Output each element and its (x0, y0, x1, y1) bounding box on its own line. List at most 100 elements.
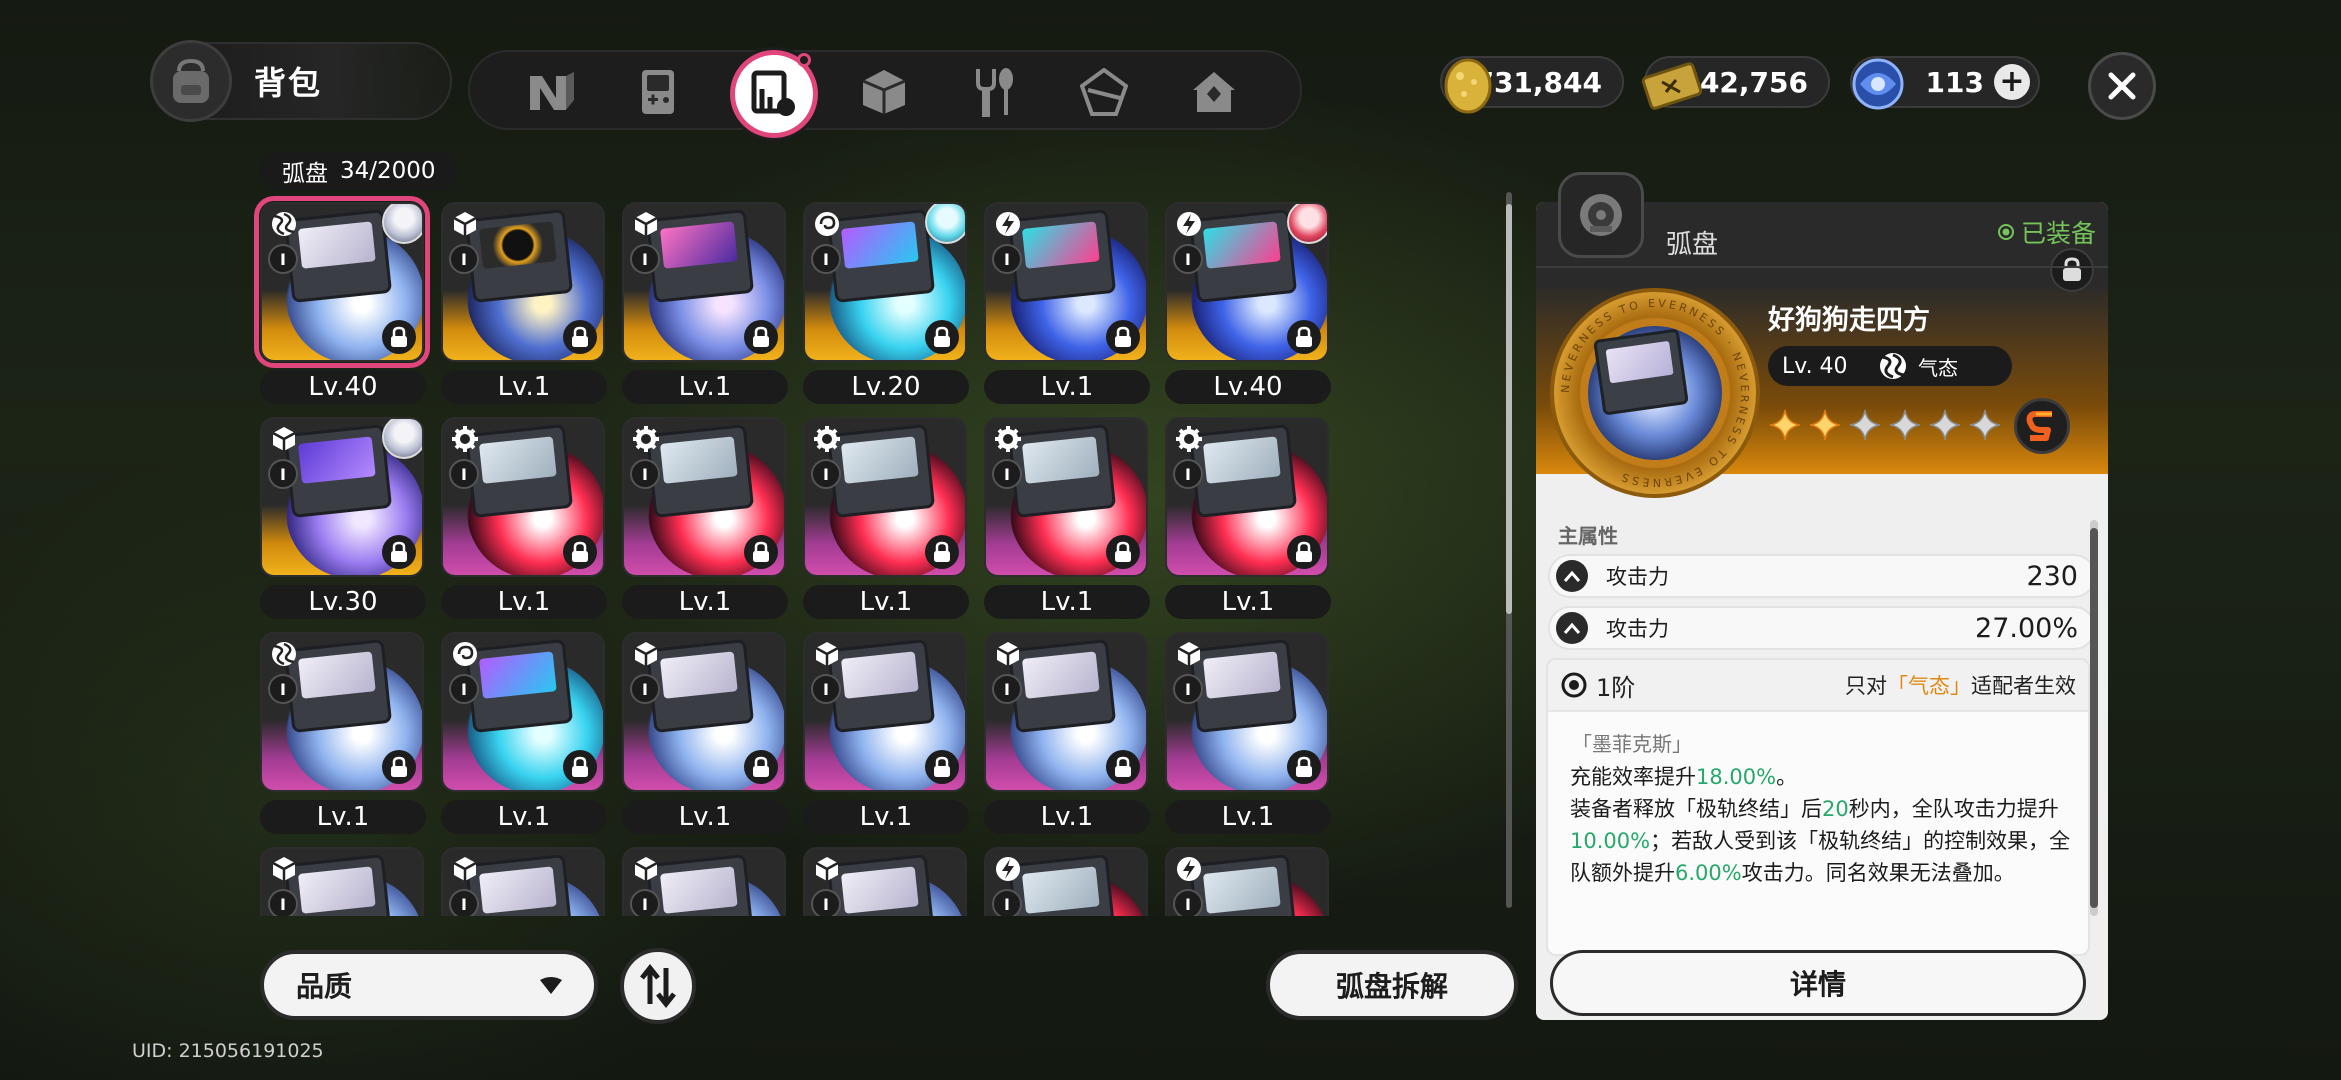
lock-icon[interactable] (382, 320, 416, 354)
lock-icon[interactable] (925, 750, 959, 784)
cartridge-art (478, 436, 557, 484)
add-orb-button[interactable]: + (1994, 64, 2030, 100)
disc-category-icon (1580, 194, 1622, 236)
lock-icon[interactable] (382, 535, 416, 569)
bolt-attribute-icon (992, 853, 1024, 885)
lock-icon (2063, 257, 2081, 281)
disc-card[interactable]: I Lv.20 (803, 202, 969, 404)
disc-grid: I Lv.40 I Lv.1 I Lv.1 I Lv.20 I Lv.1 I Lv.40 I Lv.30 I… (252, 194, 1332, 916)
tab-crystal[interactable] (1074, 62, 1134, 122)
lock-icon[interactable] (563, 535, 597, 569)
tier-badge: I (449, 244, 479, 274)
disc-card[interactable]: I (1165, 847, 1331, 916)
disc-card[interactable]: I Lv.1 (984, 632, 1150, 834)
disc-card[interactable]: I Lv.1 (984, 202, 1150, 404)
disc-level-label: Lv.1 (260, 800, 426, 834)
main-attributes-title: 主属性 (1558, 524, 1618, 548)
star-filled-icon (1769, 409, 1801, 441)
close-icon (2108, 72, 2136, 100)
disc-card[interactable]: I Lv.1 (984, 417, 1150, 619)
disc-card[interactable]: I Lv.1 (622, 417, 788, 619)
detail-scroll-thumb[interactable] (2090, 528, 2098, 908)
tab-arc-disc[interactable] (730, 50, 818, 138)
disc-card[interactable]: I Lv.1 (441, 417, 607, 619)
lock-icon[interactable] (744, 535, 778, 569)
cartridge-art (659, 436, 738, 484)
disc-card[interactable]: I (622, 847, 788, 916)
disc-card[interactable]: I Lv.1 (803, 632, 969, 834)
grid-scroll-thumb[interactable] (1506, 204, 1512, 614)
home-icon (1193, 72, 1235, 112)
effect-value: 18.00% (1696, 765, 1777, 789)
details-button[interactable]: 详情 (1550, 950, 2086, 1016)
lock-icon[interactable] (1287, 320, 1321, 354)
disc-card[interactable]: I Lv.1 (622, 632, 788, 834)
disc-card[interactable]: I Lv.40 (1165, 202, 1331, 404)
detail-scrollbar[interactable] (2090, 520, 2098, 916)
cube-attribute-icon (449, 208, 481, 240)
disc-card[interactable]: I Lv.1 (622, 202, 788, 404)
lock-icon[interactable] (1287, 750, 1321, 784)
cube-attribute-icon (1173, 638, 1205, 670)
disc-card-frame: I (622, 202, 786, 362)
lock-icon[interactable] (1106, 535, 1140, 569)
cube-attribute-icon (630, 853, 662, 885)
crystal-icon (1080, 68, 1128, 116)
lock-icon[interactable] (1106, 750, 1140, 784)
tab-home[interactable] (1184, 62, 1244, 122)
disc-card[interactable]: I (441, 847, 607, 916)
effect-scope-prefix: 只对 (1845, 674, 1887, 698)
tier-eye-icon (1561, 672, 1587, 698)
disc-card-frame: I (803, 632, 967, 792)
lock-icon[interactable] (925, 535, 959, 569)
disc-card[interactable]: I Lv.30 (260, 417, 426, 619)
disc-cartridge (283, 639, 393, 733)
set-effect-box[interactable]: 1阶 只对「气态」适配者生效 「墨菲克斯」 充能效率提升18.00%。 装备者释… (1546, 658, 2090, 956)
disc-card-frame: I (622, 847, 786, 916)
lock-icon[interactable] (925, 320, 959, 354)
disc-level-label: Lv.1 (622, 585, 788, 619)
quality-filter-dropdown[interactable]: 品质 (260, 950, 598, 1020)
tier-badge: I (630, 889, 660, 916)
detail-lock-button[interactable] (2050, 248, 2094, 292)
lock-icon[interactable] (1106, 320, 1140, 354)
lock-icon[interactable] (563, 320, 597, 354)
disc-card[interactable]: I Lv.1 (441, 632, 607, 834)
disc-card-frame: I (441, 202, 605, 362)
tab-gameboy[interactable] (628, 62, 688, 122)
disc-cartridge (283, 209, 393, 303)
tab-n-logo[interactable] (522, 62, 582, 122)
decompose-button[interactable]: 弧盘拆解 (1266, 950, 1518, 1020)
vortex-attribute-icon (268, 638, 300, 670)
tab-cube[interactable] (854, 62, 914, 122)
lock-icon[interactable] (382, 750, 416, 784)
disc-cartridge (826, 424, 936, 518)
disc-card[interactable]: I Lv.1 (1165, 417, 1331, 619)
disc-card[interactable]: I Lv.1 (260, 632, 426, 834)
tier-badge: I (1173, 674, 1203, 704)
disc-card-frame: I (1165, 632, 1329, 792)
disc-card[interactable]: I (803, 847, 969, 916)
arc-disc-icon (751, 70, 795, 116)
close-button[interactable] (2088, 52, 2156, 120)
sort-order-button[interactable] (620, 948, 696, 1024)
lock-icon[interactable] (744, 320, 778, 354)
lock-icon[interactable] (744, 750, 778, 784)
inventory-label: 弧盘 (282, 161, 328, 187)
disc-card[interactable]: I Lv.40 (254, 196, 430, 404)
lock-icon[interactable] (563, 750, 597, 784)
cartridge-art (659, 866, 738, 914)
disc-card[interactable]: I Lv.1 (803, 417, 969, 619)
backpack-label: 背包 (254, 64, 323, 102)
quality-filter-label: 品质 (296, 970, 353, 1003)
disc-card[interactable]: I Lv.1 (441, 202, 607, 404)
disc-card[interactable]: I (984, 847, 1150, 916)
lock-icon[interactable] (1287, 535, 1321, 569)
disc-card[interactable]: I (260, 847, 426, 916)
effect-text-segment: 攻击力。同名效果无法叠加。 (1741, 861, 2015, 885)
disc-card[interactable]: I Lv.1 (1165, 632, 1331, 834)
disc-cartridge (1188, 639, 1298, 733)
grid-scrollbar[interactable] (1506, 192, 1512, 908)
tab-food[interactable] (964, 62, 1024, 122)
cube-attribute-icon (268, 853, 300, 885)
